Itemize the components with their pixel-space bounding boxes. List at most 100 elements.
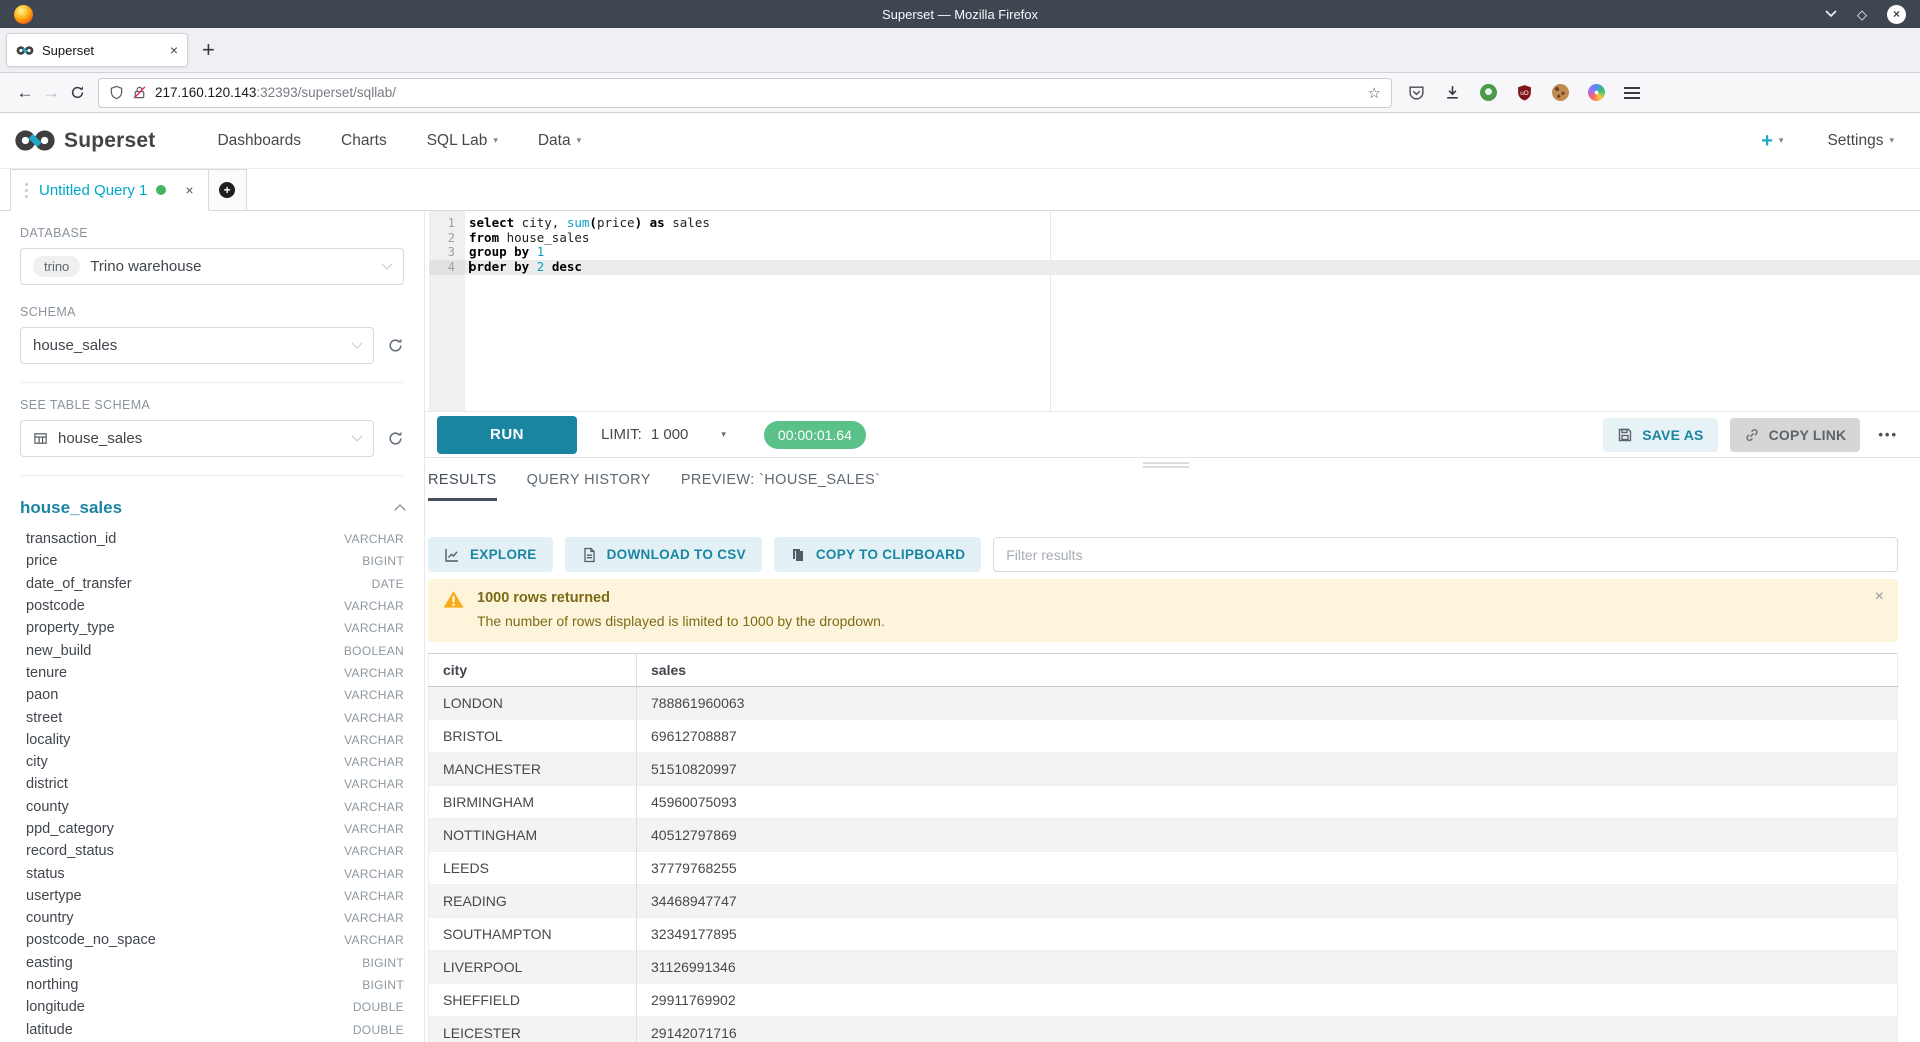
results-table: city sales LONDON788861960063BRISTOL6961… — [428, 653, 1898, 1042]
schema-column-type: DOUBLE — [353, 1023, 404, 1037]
database-select[interactable]: trino Trino warehouse — [20, 248, 404, 285]
results-tab-preview-house-sales[interactable]: PREVIEW: `HOUSE_SALES` — [681, 472, 881, 501]
cell-city: NOTTINGHAM — [429, 819, 637, 852]
table-schema-heading[interactable]: house_sales — [20, 498, 122, 518]
cell-city: LEEDS — [429, 852, 637, 885]
download-csv-button[interactable]: DOWNLOAD TO CSV — [565, 537, 762, 572]
results-tab-results[interactable]: RESULTS — [428, 472, 497, 501]
schema-column-row: countryVARCHAR — [20, 907, 404, 929]
schema-column-type: BOOLEAN — [344, 644, 404, 658]
schema-column-row: property_typeVARCHAR — [20, 617, 404, 639]
schema-label: SCHEMA — [20, 305, 404, 319]
schema-column-type: BIGINT — [362, 956, 404, 970]
elapsed-timer-badge: 00:00:01.64 — [764, 421, 866, 449]
schema-column-type: VARCHAR — [344, 688, 404, 702]
results-tab-query-history[interactable]: QUERY HISTORY — [527, 472, 651, 501]
save-as-button[interactable]: SAVE AS — [1603, 418, 1717, 452]
editor-code-line[interactable]: order by 2 desc — [465, 260, 1920, 275]
editor-gutter: 1234 — [429, 211, 465, 411]
editor-code-area[interactable]: select city, sum(price) as salesfrom hou… — [465, 211, 1920, 411]
superset-logo[interactable] — [14, 129, 56, 152]
schema-column-name: latitude — [26, 1022, 73, 1038]
schema-column-type: BIGINT — [362, 978, 404, 992]
column-header-city[interactable]: city — [429, 654, 637, 687]
sidebar-divider — [20, 475, 404, 476]
query-tab-close-icon[interactable]: × — [185, 182, 193, 198]
refresh-table-icon[interactable] — [387, 430, 404, 447]
reload-icon[interactable] — [64, 85, 90, 100]
cookie-extension-icon[interactable] — [1552, 84, 1569, 101]
database-label: DATABASE — [20, 226, 404, 240]
editor-code-line[interactable]: group by 1 — [465, 245, 1920, 260]
cell-city: READING — [429, 885, 637, 918]
new-tab-button[interactable]: + — [202, 39, 215, 61]
table-value: house_sales — [58, 430, 142, 447]
sql-editor[interactable]: 1234 select city, sum(price) as salesfro… — [425, 211, 1920, 412]
add-query-tab-button[interactable]: + — [209, 169, 247, 211]
schema-column-row: tenureVARCHAR — [20, 662, 404, 684]
editor-code-line[interactable]: from house_sales — [465, 231, 1920, 246]
settings-menu[interactable]: Settings ▾ — [1827, 132, 1894, 150]
bookmark-star-icon[interactable]: ☆ — [1368, 84, 1381, 102]
browser-tab[interactable]: Superset × — [6, 33, 188, 67]
run-button[interactable]: RUN — [437, 416, 577, 454]
window-close-icon[interactable]: × — [1887, 5, 1906, 24]
nav-item-charts[interactable]: Charts — [341, 132, 387, 150]
nav-item-data[interactable]: Data▾ — [538, 132, 581, 150]
limit-dropdown[interactable]: LIMIT: 1 000 ▾ — [601, 426, 726, 443]
nav-item-sql-lab[interactable]: SQL Lab▾ — [427, 132, 498, 150]
browser-tab-title: Superset — [42, 43, 162, 58]
extension-privacy-icon[interactable] — [1480, 84, 1497, 101]
alert-title: 1000 rows returned — [477, 590, 885, 606]
superset-favicon — [16, 45, 34, 56]
url-field[interactable]: 217.160.120.143:32393/superset/sqllab/ ☆ — [98, 78, 1392, 108]
table-row: READING34468947747 — [429, 885, 1898, 918]
cell-sales: 34468947747 — [637, 885, 1898, 918]
table-row: LEICESTER29142071716 — [429, 1017, 1898, 1042]
copy-link-button[interactable]: COPY LINK — [1730, 418, 1861, 452]
pocket-icon[interactable] — [1408, 84, 1425, 101]
window-minimize-icon[interactable] — [1825, 10, 1837, 18]
insecure-lock-icon[interactable] — [132, 85, 147, 100]
schema-column-name: locality — [26, 732, 70, 748]
cell-city: LONDON — [429, 687, 637, 720]
query-tab[interactable]: Untitled Query 1 × — [10, 169, 209, 211]
see-table-schema-label: SEE TABLE SCHEMA — [20, 398, 404, 412]
extension-asterisk-icon[interactable] — [1588, 84, 1605, 101]
explore-button[interactable]: EXPLORE — [428, 537, 553, 572]
collapse-chevron-icon[interactable] — [394, 504, 405, 515]
window-maximize-icon[interactable]: ◇ — [1857, 8, 1867, 21]
table-header-row: city sales — [429, 654, 1898, 687]
schema-column-row: postcodeVARCHAR — [20, 595, 404, 617]
refresh-schema-icon[interactable] — [387, 337, 404, 354]
cell-sales: 29911769902 — [637, 984, 1898, 1017]
shield-icon[interactable] — [109, 85, 124, 100]
table-select[interactable]: house_sales — [20, 420, 374, 457]
schema-value: house_sales — [33, 337, 117, 354]
column-header-sales[interactable]: sales — [637, 654, 1898, 687]
cell-sales: 788861960063 — [637, 687, 1898, 720]
alert-close-icon[interactable]: × — [1875, 589, 1884, 605]
add-new-button[interactable]: + ▾ — [1761, 131, 1783, 151]
back-icon[interactable]: ← — [12, 83, 38, 103]
copy-clipboard-button[interactable]: COPY TO CLIPBOARD — [774, 537, 981, 572]
limit-label: LIMIT: — [601, 426, 642, 443]
schema-column-row: statusVARCHAR — [20, 862, 404, 884]
ublock-shield-icon[interactable]: uO — [1516, 84, 1533, 101]
pane-resize-handle[interactable] — [1143, 462, 1189, 470]
cell-sales: 45960075093 — [637, 786, 1898, 819]
schema-column-type: VARCHAR — [344, 733, 404, 747]
schema-column-type: VARCHAR — [344, 933, 404, 947]
results-pane: RESULTS QUERY HISTORY PREVIEW: `HOUSE_SALE… — [425, 457, 1920, 1042]
browser-tab-close-icon[interactable]: × — [170, 43, 178, 57]
menu-hamburger-icon[interactable] — [1624, 87, 1640, 99]
filter-results-input[interactable] — [993, 537, 1898, 572]
editor-code-line[interactable]: select city, sum(price) as sales — [465, 216, 1920, 231]
table-row: LEEDS37779768255 — [429, 852, 1898, 885]
nav-item-dashboards[interactable]: Dashboards — [217, 132, 301, 150]
more-options-icon[interactable]: ••• — [1878, 427, 1898, 442]
schema-column-row: cityVARCHAR — [20, 751, 404, 773]
brand-name[interactable]: Superset — [64, 129, 155, 153]
downloads-icon[interactable] — [1444, 84, 1461, 101]
schema-select[interactable]: house_sales — [20, 327, 374, 364]
